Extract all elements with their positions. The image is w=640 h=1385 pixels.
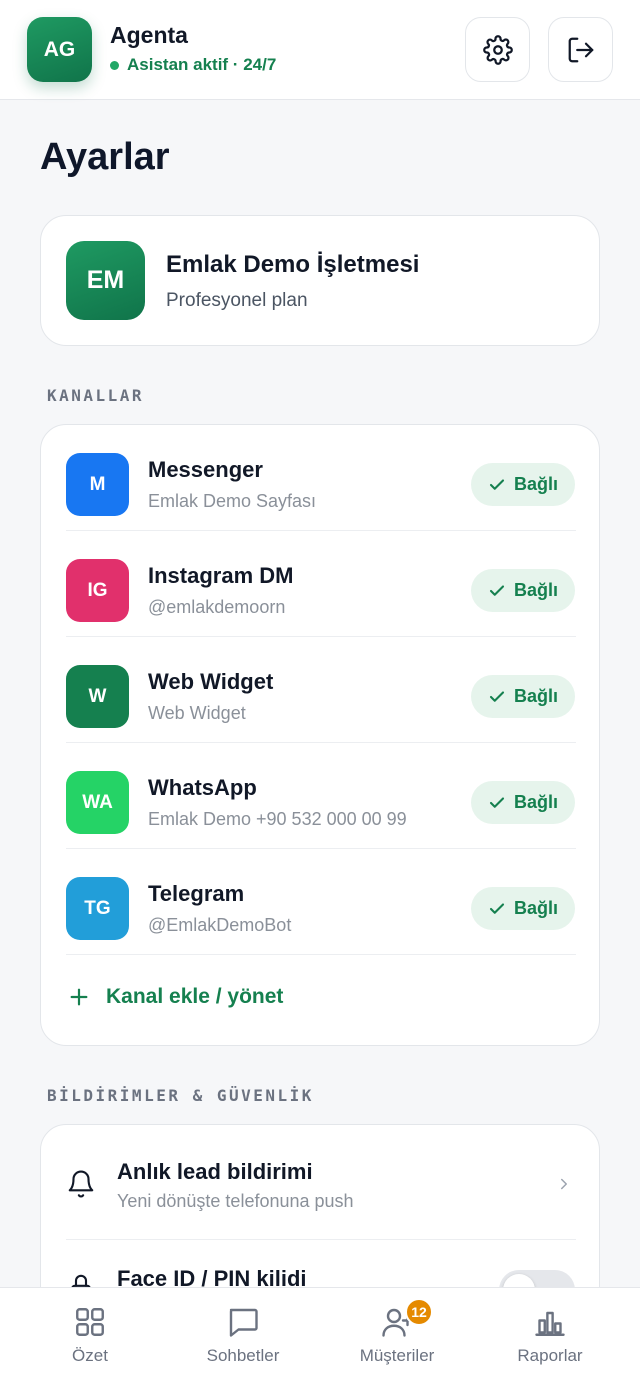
channel-account: @emlakdemoorn (148, 597, 286, 617)
nav-label: Özet (72, 1346, 108, 1365)
check-icon (489, 902, 505, 914)
assistant-status-text: Asistan aktif · 24/7 (127, 55, 277, 74)
status-badge: Bağlı (471, 887, 575, 930)
status-badge-text: Bağlı (513, 792, 558, 812)
gear-icon (482, 34, 513, 65)
status-dot-icon (110, 60, 119, 70)
bar-chart-icon (535, 1311, 565, 1336)
assistant-status: Asistan aktif · 24/7 (110, 55, 276, 75)
nav-item-ozet[interactable]: Özet (10, 1288, 170, 1385)
channel-account: Emlak Demo Sayfası (148, 491, 317, 511)
notification-title: Anlık lead bildirimi (117, 1159, 313, 1184)
status-badge: Bağlı (471, 675, 575, 718)
status-badge-text: Bağlı (513, 686, 558, 706)
app-header: AG Agenta Asistan aktif · 24/7 (0, 0, 640, 100)
telegram-icon: TG (66, 877, 129, 940)
nav-label: Müşteriler (359, 1346, 435, 1365)
settings-button[interactable] (465, 17, 530, 82)
status-badge: Bağlı (471, 463, 575, 506)
brand-avatar: AG (27, 17, 92, 82)
nav-label: Raporlar (517, 1346, 583, 1365)
web-widget-icon: W (66, 665, 129, 728)
page-title: Ayarlar (40, 136, 170, 178)
channel-row-web-widget[interactable]: W Web Widget Web Widget Bağlı (41, 637, 601, 743)
whatsapp-icon: WA (66, 771, 129, 834)
channel-row-telegram[interactable]: TG Telegram @EmlakDemoBot Bağlı (41, 849, 601, 955)
add-channel-button[interactable]: Kanal ekle / yönet (68, 985, 283, 1009)
messenger-icon: M (66, 453, 129, 516)
channel-name: Messenger (148, 457, 263, 482)
channel-name: Telegram (148, 881, 245, 906)
status-badge: Bağlı (471, 569, 575, 612)
status-badge: Bağlı (471, 781, 575, 824)
instagram-icon: IG (66, 559, 129, 622)
bottom-navigation: Özet Sohbetler 12 Müşteriler Raporlar (0, 1287, 640, 1385)
plus-icon (70, 988, 88, 1006)
notification-subtitle: Yeni dönüşte telefonuna push (117, 1191, 354, 1211)
status-badge-text: Bağlı (513, 580, 558, 600)
check-icon (489, 584, 505, 596)
business-name: Emlak Demo İşletmesi (166, 251, 420, 278)
channels-section-label: KANALLAR (47, 386, 145, 405)
nav-item-raporlar[interactable]: Raporlar (470, 1288, 630, 1385)
add-channel-label: Kanal ekle / yönet (106, 985, 284, 1008)
bell-icon (68, 1170, 94, 1198)
chat-icon (229, 1308, 258, 1337)
status-badge-text: Bağlı (513, 474, 558, 494)
grid-icon (76, 1308, 104, 1336)
channel-account: Web Widget (148, 703, 246, 723)
channel-name: WhatsApp (148, 775, 257, 800)
logout-icon (568, 37, 593, 62)
channel-row-messenger[interactable]: M Messenger Emlak Demo Sayfası Bağlı (41, 425, 601, 531)
channel-account: Emlak Demo +90 532 000 00 99 (148, 809, 407, 829)
business-card[interactable]: EM Emlak Demo İşletmesi Profesyonel plan (40, 215, 600, 346)
channels-card: M Messenger Emlak Demo Sayfası Bağlı IG … (40, 424, 600, 1046)
chevron-right-icon (561, 1178, 567, 1190)
notification-count-badge: 12 (405, 1298, 433, 1326)
nav-item-musteriler[interactable]: 12 Müşteriler (317, 1288, 477, 1385)
channel-name: Web Widget (148, 669, 274, 694)
notifications-section-label: BİLDİRİMLER & GÜVENLİK (47, 1086, 314, 1105)
divider (66, 954, 576, 955)
check-icon (489, 478, 505, 490)
status-badge-text: Bağlı (513, 898, 558, 918)
business-avatar: EM (66, 241, 145, 320)
lead-notification-row[interactable]: Anlık lead bildirimi Yeni dönüşte telefo… (41, 1125, 601, 1240)
channel-row-instagram[interactable]: IG Instagram DM @emlakdemoorn Bağlı (41, 531, 601, 637)
logout-button[interactable] (548, 17, 613, 82)
check-icon (489, 690, 505, 702)
channel-account: @EmlakDemoBot (148, 915, 292, 935)
nav-item-sohbetler[interactable]: Sohbetler (163, 1288, 323, 1385)
check-icon (489, 796, 505, 808)
channel-name: Instagram DM (148, 563, 294, 588)
business-plan: Profesyonel plan (166, 290, 308, 311)
nav-label: Sohbetler (206, 1346, 280, 1365)
app-name: Agenta (110, 22, 188, 48)
channel-row-whatsapp[interactable]: WA WhatsApp Emlak Demo +90 532 000 00 99… (41, 743, 601, 849)
